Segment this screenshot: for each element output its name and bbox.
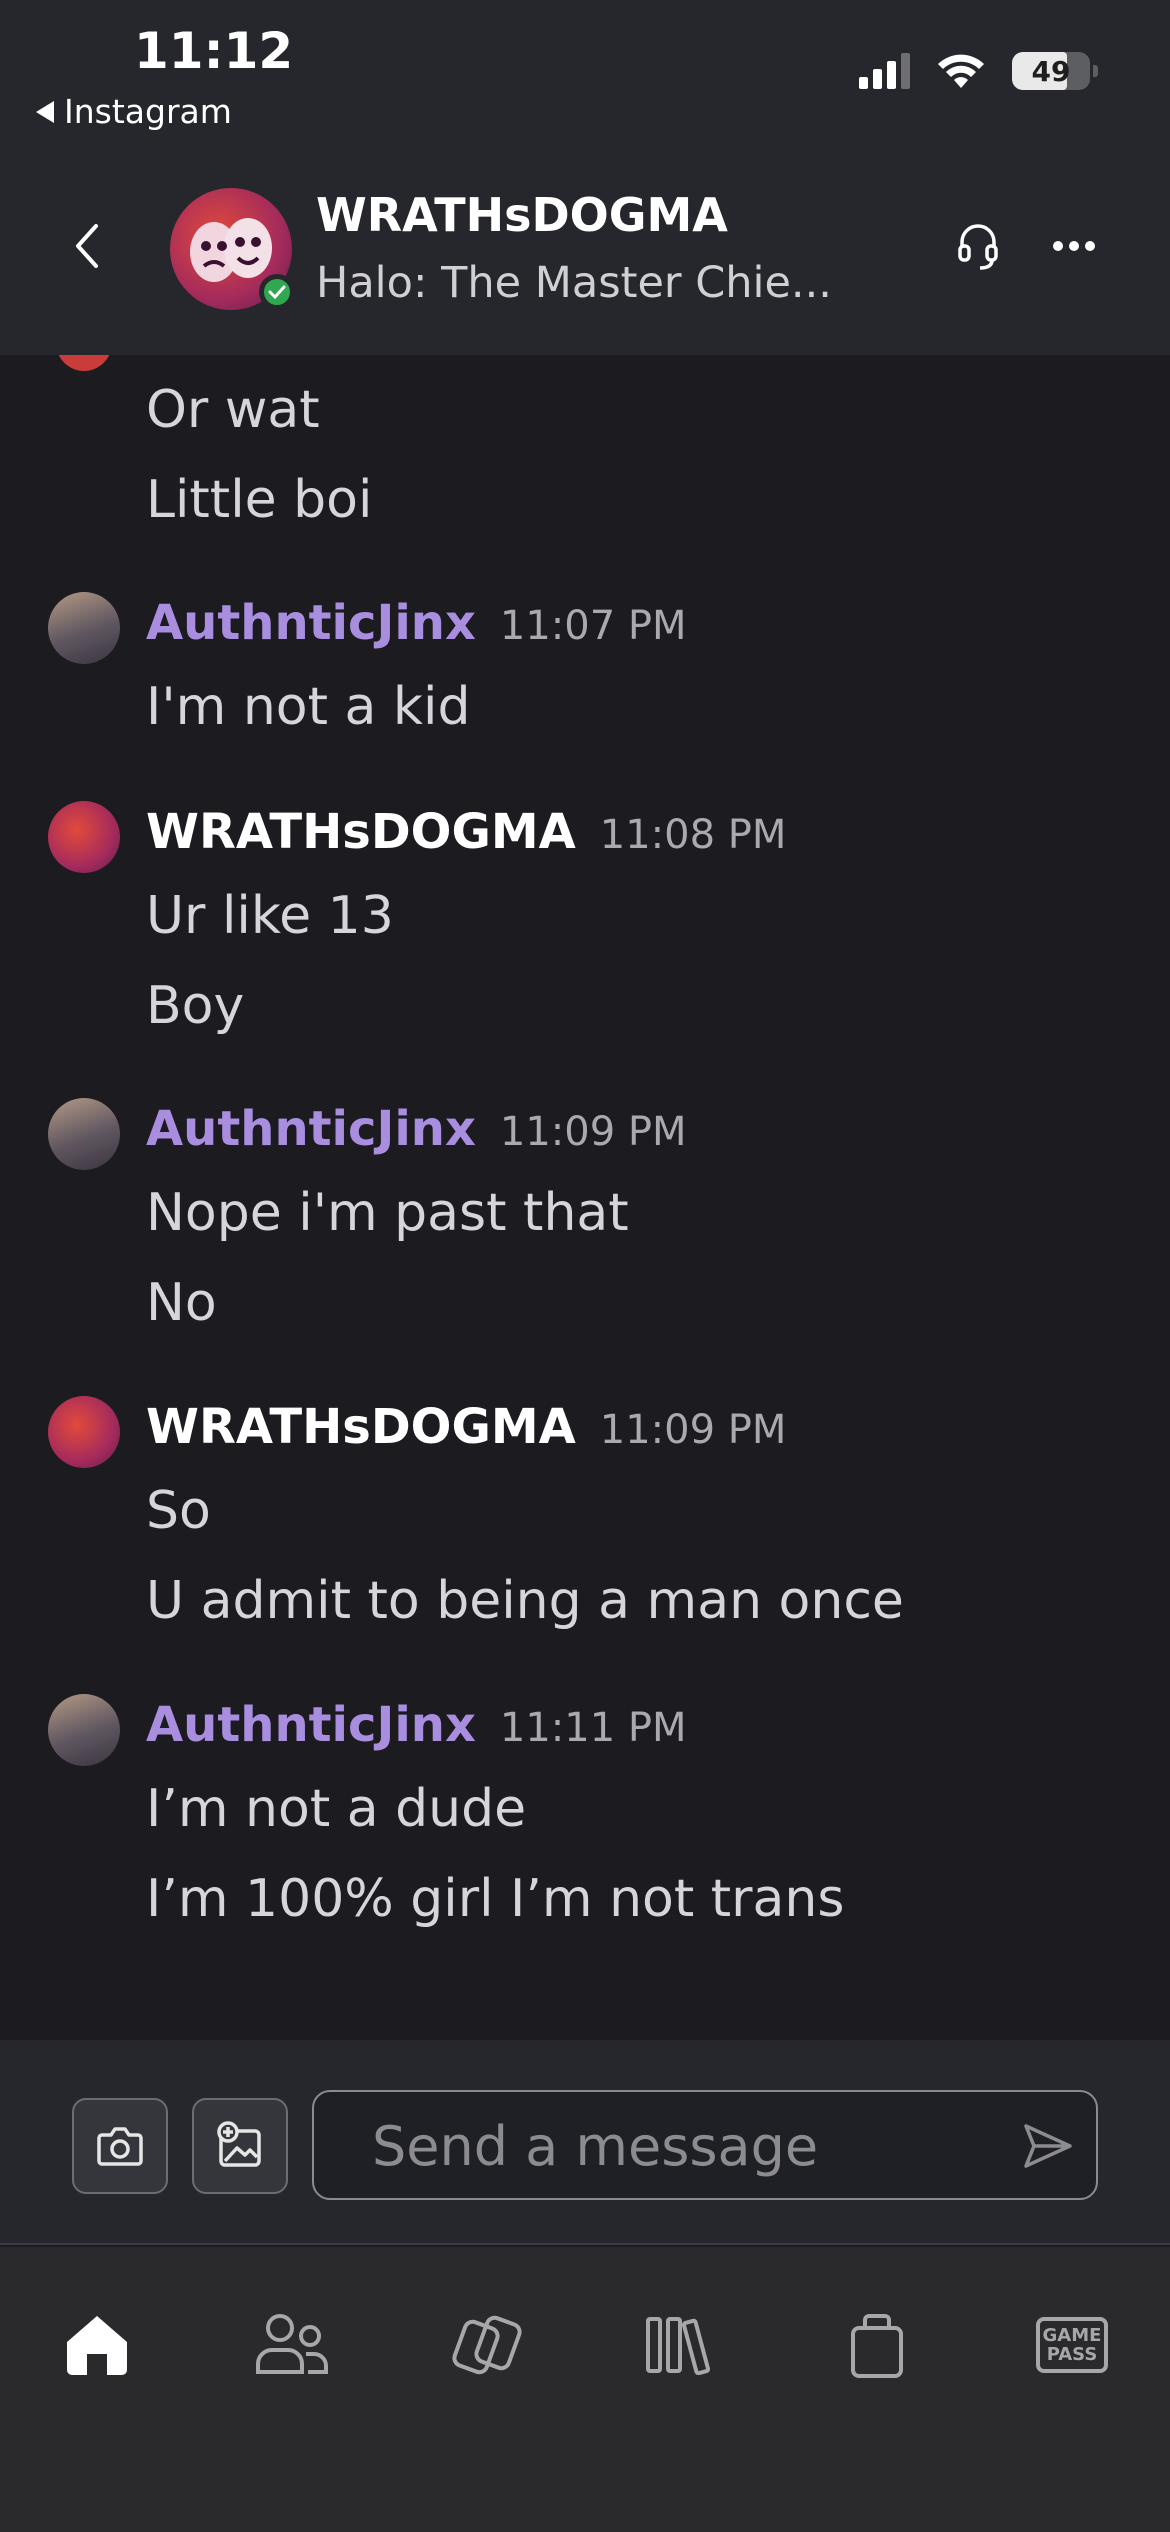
back-chevron-icon[interactable] [72, 222, 102, 270]
game-pass-line2: PASS [1046, 2344, 1098, 2365]
message-line: So [146, 1481, 211, 1541]
message-line: Little boi [146, 470, 373, 530]
tab-game-pass[interactable]: GAME PASS [1024, 2297, 1120, 2393]
chat-header-area: 11:12 Instagram 49 WRATHsDOGMA Halo: The… [0, 0, 1170, 355]
tab-home[interactable] [49, 2297, 145, 2393]
headset-icon[interactable] [956, 222, 1000, 272]
camera-button[interactable] [72, 2098, 168, 2194]
avatar[interactable] [48, 1396, 120, 1468]
chat-title[interactable]: WRATHsDOGMA [316, 188, 728, 242]
online-status-badge [259, 274, 295, 310]
chat-subtitle: Halo: The Master Chie... [316, 258, 832, 308]
message-header: WRATHsDOGMA 11:09 PM [146, 1399, 786, 1455]
tab-games[interactable] [439, 2297, 535, 2393]
message-input-box[interactable] [312, 2090, 1098, 2200]
status-indicators: 49 [859, 52, 1098, 90]
game-pass-line1: GAME [1042, 2325, 1102, 2346]
shopping-bag-icon [851, 2314, 903, 2378]
timestamp: 11:07 PM [499, 603, 687, 649]
tab-store[interactable] [829, 2297, 925, 2393]
author-name[interactable]: WRATHsDOGMA [146, 1399, 576, 1455]
avatar [56, 355, 112, 371]
author-name[interactable]: AuthnticJinx [146, 595, 476, 651]
author-name[interactable]: AuthnticJinx [146, 1697, 476, 1753]
wifi-icon [938, 54, 984, 88]
message-header: AuthnticJinx 11:11 PM [146, 1697, 687, 1753]
back-app-label: Instagram [64, 92, 232, 131]
message-line: Nope i'm past that [146, 1183, 629, 1243]
message-line: I'm not a kid [146, 677, 471, 737]
battery-icon: 49 [1012, 52, 1098, 90]
add-image-button[interactable] [192, 2098, 288, 2194]
message-line: I’m not a dude [146, 1779, 527, 1839]
library-icon [646, 2317, 711, 2375]
message-input[interactable] [370, 2110, 970, 2182]
home-icon [67, 2316, 127, 2375]
back-to-app-link[interactable]: Instagram [36, 92, 232, 131]
more-options-icon[interactable] [1052, 238, 1096, 254]
avatar[interactable] [48, 1694, 120, 1766]
message-line: No [146, 1273, 217, 1333]
message-header: AuthnticJinx 11:09 PM [146, 1101, 687, 1157]
message-line: Boy [146, 976, 245, 1036]
author-name[interactable]: WRATHsDOGMA [146, 804, 576, 860]
avatar[interactable] [48, 1098, 120, 1170]
people-icon [256, 2314, 328, 2374]
message-line: Or wat [146, 380, 320, 440]
avatar[interactable] [48, 801, 120, 873]
message-header: WRATHsDOGMA 11:08 PM [146, 804, 786, 860]
game-pass-icon: GAME PASS [1036, 2317, 1108, 2373]
author-name[interactable]: AuthnticJinx [146, 1101, 476, 1157]
message-composer [0, 2040, 1170, 2245]
message-header: AuthnticJinx 11:07 PM [146, 595, 687, 651]
cellular-signal-icon [859, 53, 910, 89]
message-line: Ur like 13 [146, 886, 394, 946]
back-triangle-icon [36, 100, 54, 123]
timestamp: 11:08 PM [599, 812, 787, 858]
timestamp: 11:09 PM [599, 1407, 787, 1453]
avatar[interactable] [48, 592, 120, 664]
battery-level: 49 [1031, 54, 1071, 88]
game-cards-icon [452, 2315, 522, 2375]
tab-library[interactable] [634, 2297, 730, 2393]
message-line: U admit to being a man once [146, 1571, 904, 1631]
status-time: 11:12 [134, 22, 294, 80]
timestamp: 11:09 PM [499, 1109, 687, 1155]
camera-icon [97, 2127, 143, 2166]
timestamp: 11:11 PM [499, 1705, 687, 1751]
bottom-tab-bar: GAME PASS [0, 2247, 1170, 2532]
add-image-icon [217, 2121, 261, 2167]
message-list[interactable]: Or wat Little boi AuthnticJinx 11:07 PM … [0, 355, 1170, 2040]
message-line: I’m 100% girl I’m not trans [146, 1869, 845, 1929]
tab-social[interactable] [244, 2297, 340, 2393]
send-icon[interactable] [1022, 2122, 1074, 2170]
